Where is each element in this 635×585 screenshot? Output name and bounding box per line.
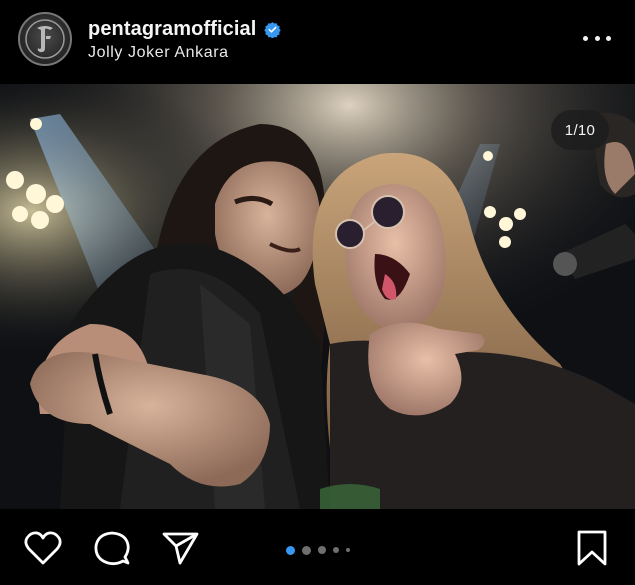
username-row: pentagramofficial [88,16,282,42]
carousel-dot [332,547,339,553]
action-bar [0,509,635,585]
post-photo[interactable]: 1/10 [0,84,635,509]
avatar[interactable] [18,12,72,66]
pentagram-logo-icon [25,19,65,59]
concert-photo [0,84,635,509]
carousel-dot [317,546,326,554]
image-counter: 1/10 [551,110,609,150]
more-options-button[interactable] [583,28,611,48]
location-label[interactable]: Jolly Joker Ankara [88,44,229,62]
carousel-dot [285,545,295,555]
carousel-indicator [0,545,635,555]
verified-badge-icon [264,21,282,38]
post-header: pentagramofficial Jolly Joker Ankara [0,0,635,84]
more-options-dot [594,35,600,41]
carousel-dot [301,545,311,555]
username[interactable]: pentagramofficial [88,18,256,41]
bookmark-icon[interactable] [572,529,612,567]
more-options-icon [583,35,588,41]
carousel-dot [345,548,350,552]
more-options-dot [606,35,611,41]
